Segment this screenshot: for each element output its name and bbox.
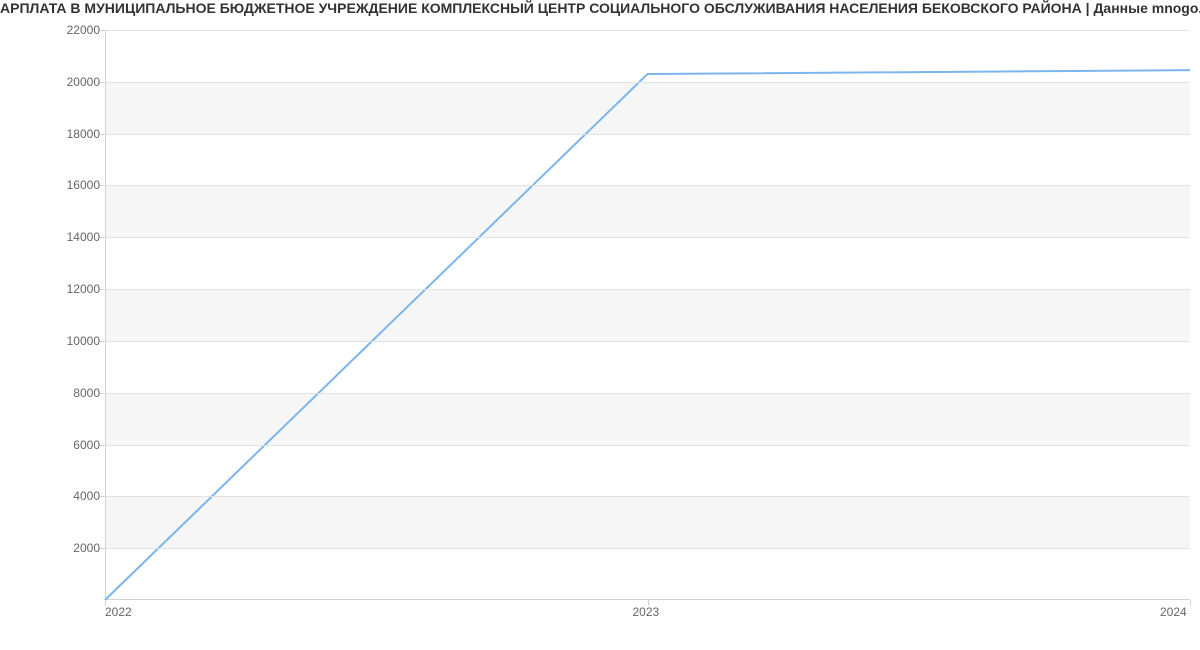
chart-container: АРПЛАТА В МУНИЦИПАЛЬНОЕ БЮДЖЕТНОЕ УЧРЕЖД… — [0, 0, 1200, 650]
y-gridline — [105, 134, 1190, 135]
chart-title: АРПЛАТА В МУНИЦИПАЛЬНОЕ БЮДЖЕТНОЕ УЧРЕЖД… — [0, 0, 1200, 16]
y-tick-label: 8000 — [40, 386, 100, 400]
y-gridline — [105, 185, 1190, 186]
x-tick-label: 2024 — [1160, 605, 1187, 619]
y-tick-label: 14000 — [40, 230, 100, 244]
y-tick-label: 4000 — [40, 489, 100, 503]
y-gridline — [105, 548, 1190, 549]
x-tick-label: 2022 — [105, 605, 132, 619]
data-line — [105, 30, 1190, 600]
y-gridline — [105, 82, 1190, 83]
y-gridline — [105, 496, 1190, 497]
y-gridline — [105, 393, 1190, 394]
plot-inner — [105, 30, 1190, 600]
y-gridline — [105, 30, 1190, 31]
y-tick-label: 12000 — [40, 282, 100, 296]
y-tick-label: 22000 — [40, 23, 100, 37]
plot-area — [105, 30, 1190, 600]
y-tick-label: 18000 — [40, 127, 100, 141]
x-tick-mark — [1190, 600, 1191, 606]
y-tick-label: 16000 — [40, 178, 100, 192]
y-gridline — [105, 341, 1190, 342]
y-tick-label: 2000 — [40, 541, 100, 555]
y-tick-label: 6000 — [40, 438, 100, 452]
y-gridline — [105, 289, 1190, 290]
y-gridline — [105, 445, 1190, 446]
x-tick-label: 2023 — [633, 605, 660, 619]
y-tick-label: 10000 — [40, 334, 100, 348]
y-gridline — [105, 237, 1190, 238]
y-tick-label: 20000 — [40, 75, 100, 89]
